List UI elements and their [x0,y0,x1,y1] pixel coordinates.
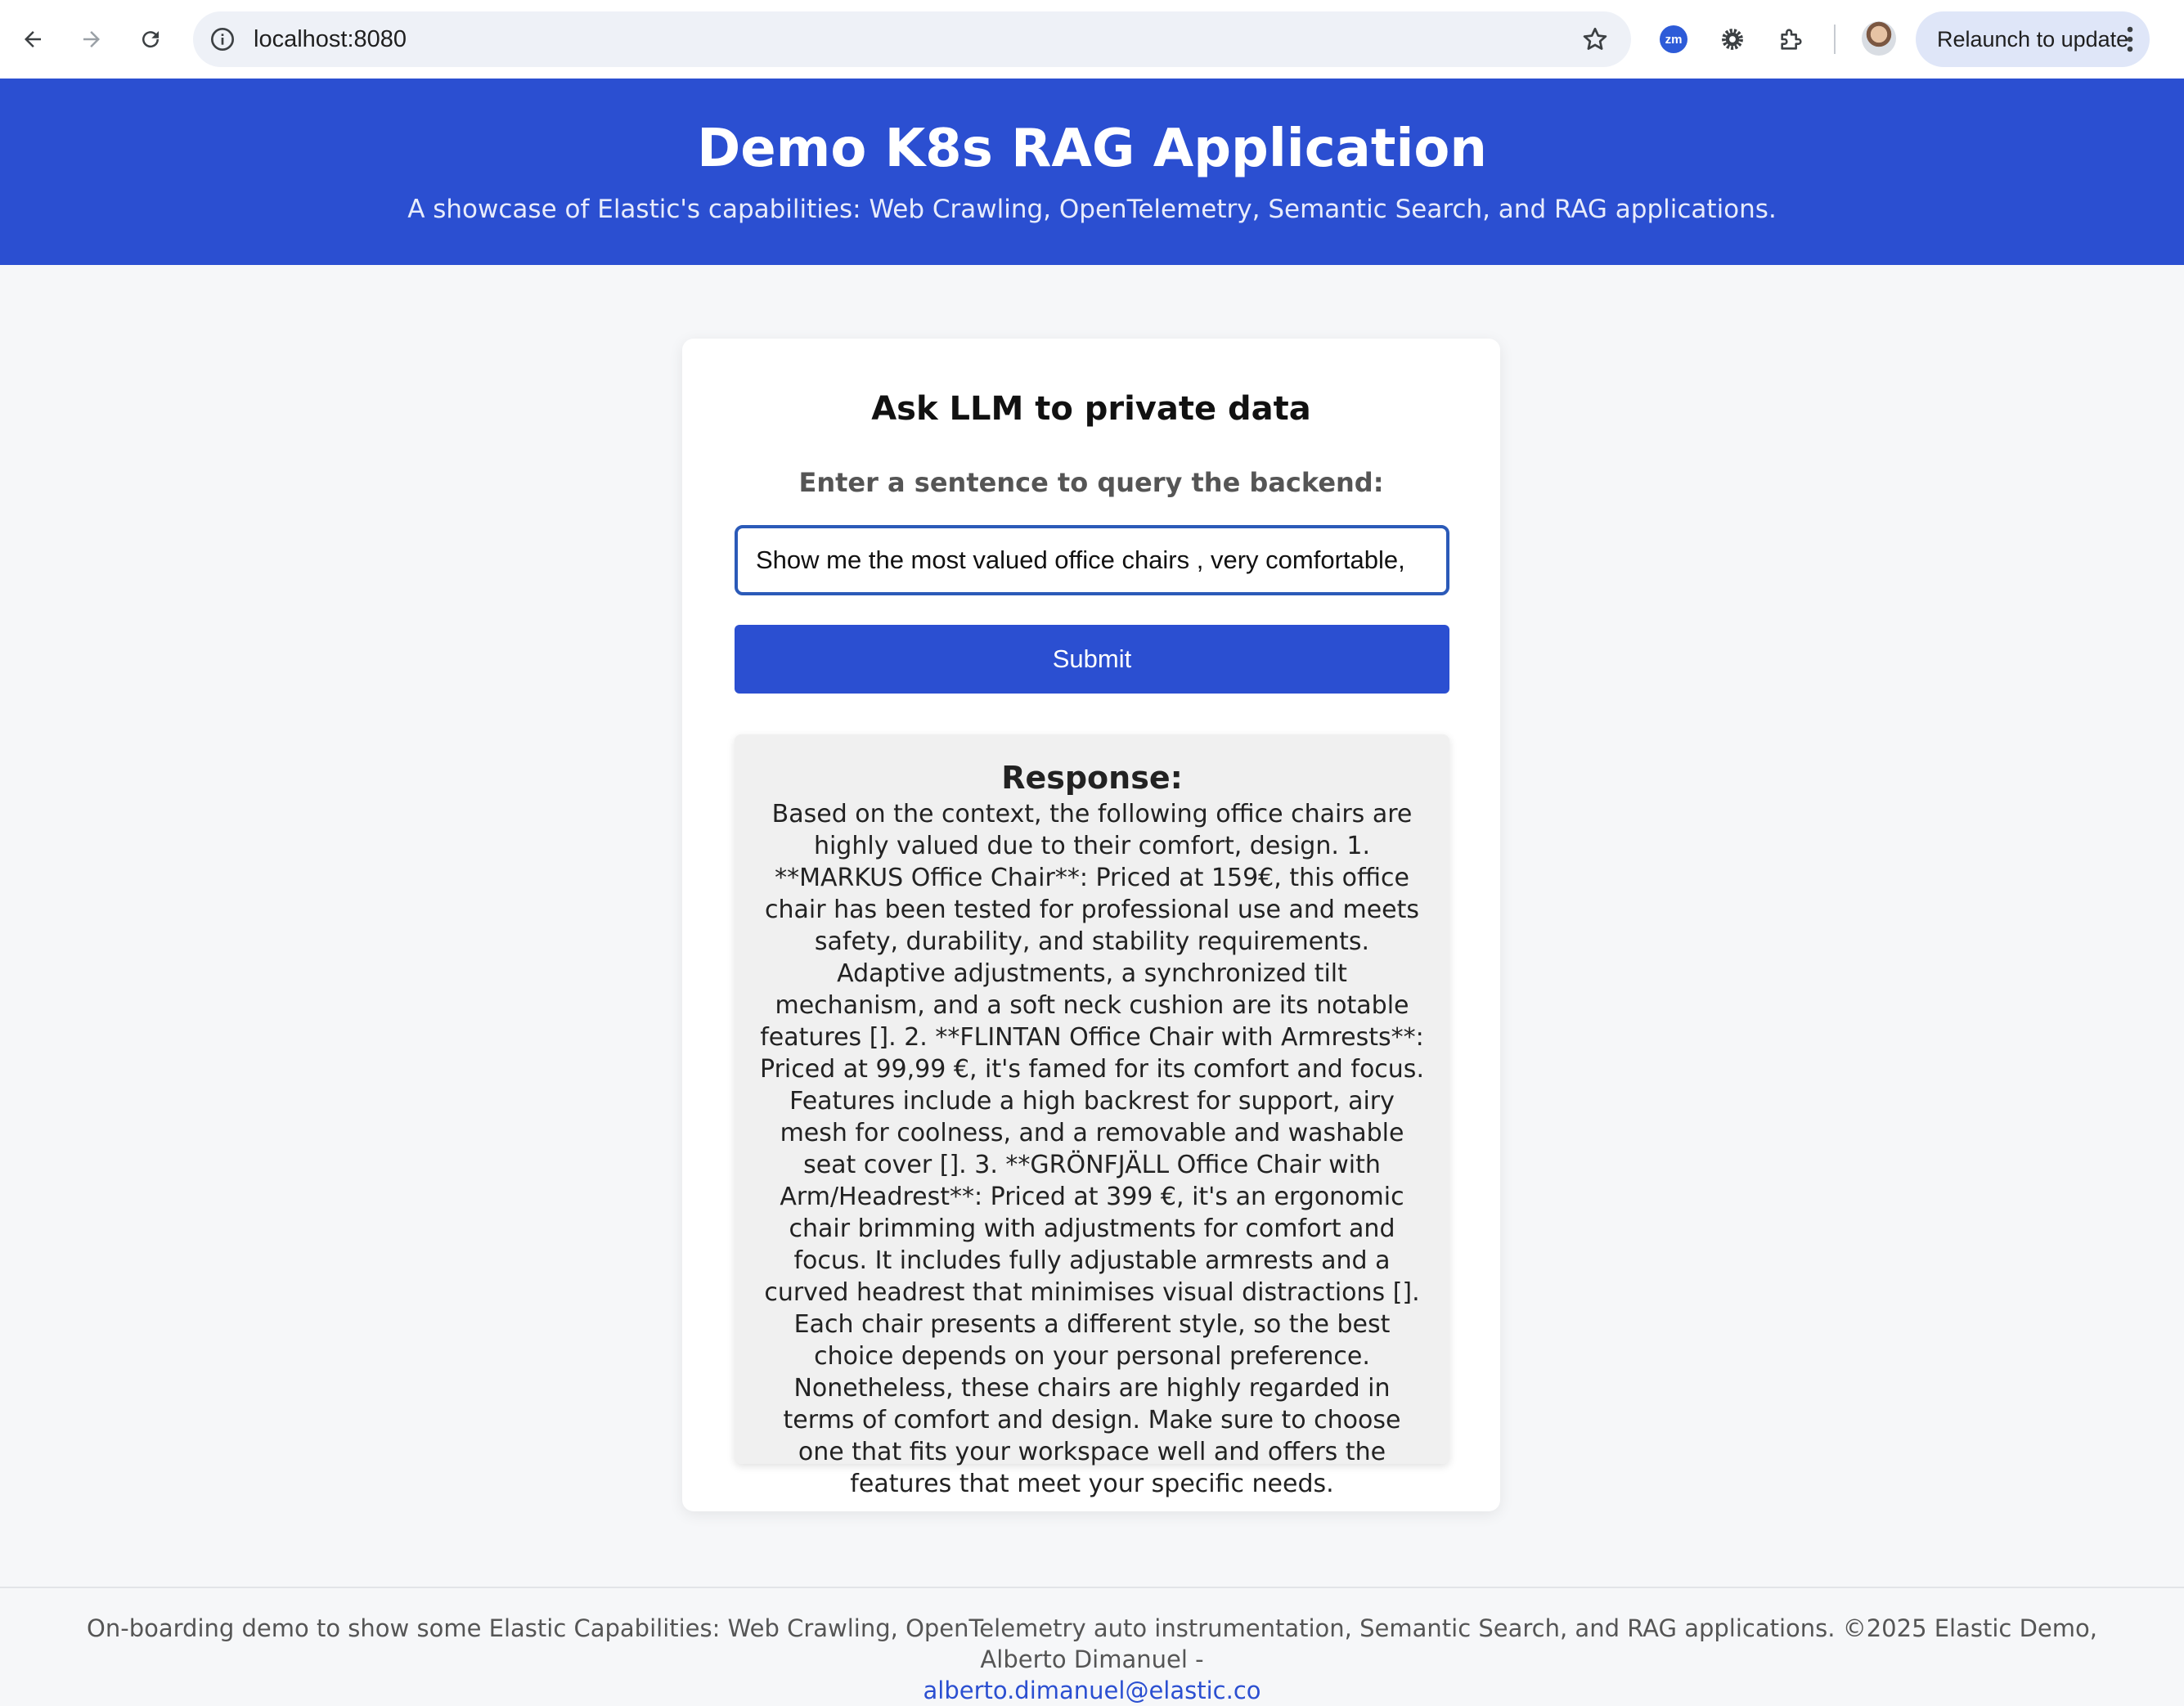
response-text: Based on the context, the following offi… [760,800,1424,1498]
puzzle-extension-icon[interactable] [1773,21,1809,57]
info-icon[interactable] [209,26,236,52]
reload-icon[interactable] [129,18,172,61]
relaunch-label: Relaunch to update [1937,26,2129,52]
url-text[interactable]: localhost:8080 [254,23,407,56]
toolbar-divider [1834,25,1836,54]
forward-arrow-icon[interactable] [70,18,113,61]
card-title: Ask LLM to private data [871,390,1311,428]
back-arrow-icon[interactable] [11,18,54,61]
response-panel: Response: Based on the context, the foll… [735,734,1449,1498]
browser-toolbar: localhost:8080 zm Relaunch to update [0,0,2184,79]
relaunch-button[interactable]: Relaunch to update [1916,11,2150,67]
address-bar[interactable]: localhost:8080 [193,11,1631,67]
avatar[interactable] [1862,21,1896,56]
query-label: Enter a sentence to query the backend: [798,467,1384,498]
submit-button[interactable]: Submit [735,625,1449,694]
page-header: Demo K8s RAG Application A showcase of E… [0,79,2184,265]
star-icon[interactable] [1580,25,1610,54]
page-subtitle: A showcase of Elastic's capabilities: We… [407,195,1777,224]
response-heading: Response: [1001,760,1183,796]
footer-text: On-boarding demo to show some Elastic Ca… [45,1613,2139,1706]
query-card: Ask LLM to private data Enter a sentence… [682,339,1500,1511]
gear-icon[interactable] [1714,21,1750,57]
page-title: Demo K8s RAG Application [697,119,1487,179]
footer-description: On-boarding demo to show some Elastic Ca… [87,1614,2097,1673]
zm-extension-badge: zm [1660,25,1687,53]
kebab-menu-icon[interactable] [2120,25,2140,54]
zm-extension-icon[interactable]: zm [1656,21,1692,57]
footer-email-link[interactable]: alberto.dimanuel@elastic.co [923,1677,1261,1704]
query-input[interactable] [735,525,1449,595]
page-footer: On-boarding demo to show some Elastic Ca… [0,1587,2184,1704]
